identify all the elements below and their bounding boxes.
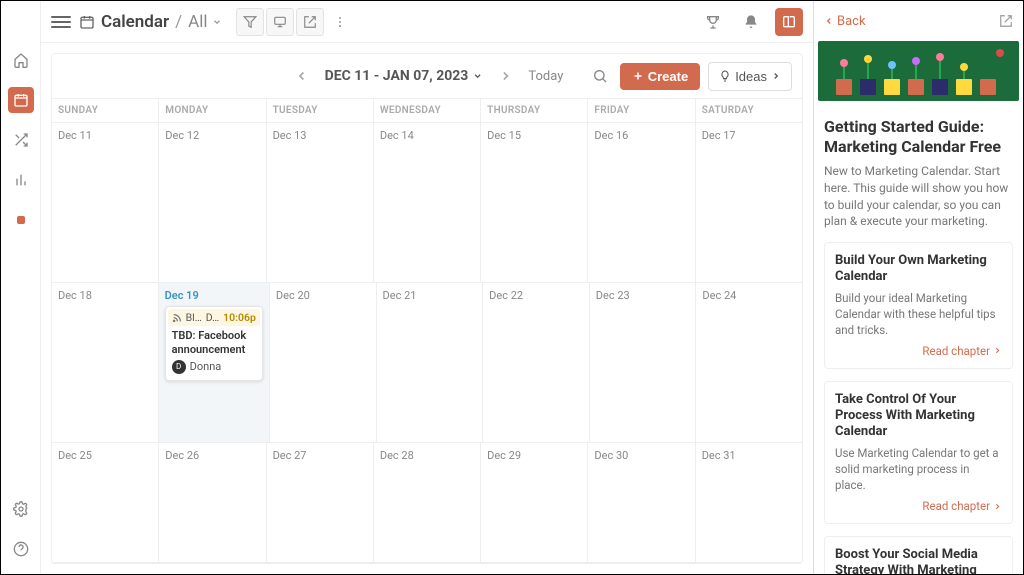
nav-home-icon[interactable] — [8, 47, 34, 73]
calendar-cell[interactable]: Dec 31 — [696, 443, 802, 562]
calendar-cell[interactable]: Dec 28 — [374, 443, 481, 562]
topbar-right — [699, 8, 803, 36]
guide-card-body: Use Marketing Calendar to get a solid ma… — [835, 445, 1002, 493]
help-panel: Back Getting Started Guide: Marketing Ca… — [813, 1, 1023, 574]
calendar-wrapper: DEC 11 - JAN 07, 2023 Today Create Ideas — [41, 43, 813, 574]
calendar-toolbar: DEC 11 - JAN 07, 2023 Today Create Ideas — [52, 54, 802, 98]
calendar-cell[interactable]: Dec 24 — [696, 283, 802, 442]
guide-card-body: Build your ideal Marketing Calendar with… — [835, 290, 1002, 338]
event-tag: Bl… D… 10:06p — [168, 309, 260, 326]
calendar-cell[interactable]: Dec 26 — [159, 443, 266, 562]
display-button[interactable] — [266, 8, 294, 36]
chevron-right-icon — [771, 71, 781, 81]
more-button[interactable] — [326, 8, 354, 36]
today-button[interactable]: Today — [528, 69, 563, 84]
help-body[interactable]: Getting Started Guide: Marketing Calenda… — [814, 101, 1023, 574]
calendar-week-row: Dec 25 Dec 26 Dec 27 Dec 28 Dec 29 Dec 3… — [52, 443, 802, 563]
guide-card[interactable]: Take Control Of Your Process With Market… — [824, 381, 1013, 524]
menu-toggle-icon[interactable] — [51, 13, 71, 31]
calendar-cell[interactable]: Dec 29 — [481, 443, 588, 562]
left-nav-rail — [1, 1, 41, 574]
read-chapter-link[interactable]: Read chapter — [835, 499, 1002, 513]
filter-button[interactable] — [236, 8, 264, 36]
main-column: Calendar / All — [41, 1, 813, 574]
achievements-icon[interactable] — [699, 8, 727, 36]
event-owner: D Donna — [172, 360, 256, 374]
day-header: WEDNESDAY — [374, 99, 481, 122]
help-description: New to Marketing Calendar. Start here. T… — [824, 163, 1013, 230]
breadcrumb-title: Calendar — [101, 12, 169, 32]
calendar-week-row: Dec 11 Dec 12 Dec 13 Dec 14 Dec 15 Dec 1… — [52, 123, 802, 283]
guide-card[interactable]: Build Your Own Marketing Calendar Build … — [824, 242, 1013, 369]
day-header: FRIDAY — [588, 99, 695, 122]
avatar: D — [172, 360, 186, 374]
nav-settings-icon[interactable] — [8, 496, 34, 522]
day-header: SUNDAY — [52, 99, 159, 122]
event-card[interactable]: Bl… D… 10:06p TBD: Facebook announcement… — [165, 306, 263, 381]
guide-icon[interactable] — [775, 8, 803, 36]
nav-shuffle-icon[interactable] — [8, 127, 34, 153]
chevron-down-icon — [472, 71, 482, 81]
create-button[interactable]: Create — [620, 63, 700, 90]
calendar-cell[interactable]: Dec 13 — [267, 123, 374, 282]
next-arrow-icon[interactable] — [494, 65, 516, 87]
calendar-cell[interactable]: Dec 20 — [270, 283, 377, 442]
guide-card-title: Boost Your Social Media Strategy With Ma… — [835, 547, 1002, 574]
nav-analytics-icon[interactable] — [8, 167, 34, 193]
chevron-left-icon — [824, 16, 834, 26]
calendar-cell[interactable]: Dec 15 — [481, 123, 588, 282]
prev-arrow-icon[interactable] — [291, 65, 313, 87]
breadcrumb-sep: / — [175, 12, 182, 32]
chevron-down-icon — [212, 17, 222, 27]
notifications-icon[interactable] — [737, 8, 765, 36]
top-bar: Calendar / All — [41, 1, 813, 43]
calendar-day-headers: SUNDAY MONDAY TUESDAY WEDNESDAY THURSDAY… — [52, 98, 802, 123]
rss-icon — [172, 313, 182, 323]
read-chapter-link[interactable]: Read chapter — [835, 344, 1002, 358]
date-range[interactable]: DEC 11 - JAN 07, 2023 — [325, 68, 483, 84]
calendar-cell[interactable]: Dec 21 — [377, 283, 484, 442]
calendar-cell[interactable]: Dec 25 — [52, 443, 159, 562]
calendar-cell[interactable]: Dec 27 — [267, 443, 374, 562]
help-top: Back — [814, 1, 1023, 41]
external-link-icon[interactable] — [999, 14, 1013, 28]
calendar-cell[interactable]: Dec 12 — [159, 123, 266, 282]
calendar-cell[interactable]: Dec 22 — [483, 283, 590, 442]
search-icon[interactable] — [588, 64, 612, 88]
calendar-cell[interactable]: Dec 18 — [52, 283, 159, 442]
nav-marker-icon[interactable] — [8, 207, 34, 233]
calendar-cell[interactable]: Dec 19 Bl… D… 10:06p TBD: Facebook annou… — [159, 283, 270, 442]
breadcrumb-filter[interactable]: All — [188, 12, 221, 32]
calendar-body[interactable]: Dec 11 Dec 12 Dec 13 Dec 14 Dec 15 Dec 1… — [52, 123, 802, 563]
calendar-icon — [79, 14, 95, 30]
day-header: MONDAY — [159, 99, 266, 122]
nav-calendar-icon[interactable] — [8, 87, 34, 113]
calendar-panel: DEC 11 - JAN 07, 2023 Today Create Ideas — [51, 53, 803, 564]
calendar-cell[interactable]: Dec 23 — [590, 283, 697, 442]
day-header: TUESDAY — [267, 99, 374, 122]
help-title: Getting Started Guide: Marketing Calenda… — [824, 117, 1013, 157]
calendar-cell[interactable]: Dec 16 — [588, 123, 695, 282]
event-title: TBD: Facebook announcement — [172, 329, 256, 357]
calendar-cell[interactable]: Dec 14 — [374, 123, 481, 282]
breadcrumb: Calendar / All — [79, 12, 222, 32]
calendar-cell[interactable]: Dec 30 — [588, 443, 695, 562]
back-button[interactable]: Back — [824, 14, 866, 29]
nav-help-icon[interactable] — [8, 536, 34, 562]
calendar-cell[interactable]: Dec 11 — [52, 123, 159, 282]
share-button[interactable] — [296, 8, 324, 36]
calendar-cell[interactable]: Dec 17 — [696, 123, 802, 282]
calendar-week-row: Dec 18 Dec 19 Bl… D… 10:06p TBD: Faceboo… — [52, 283, 802, 443]
view-tools — [236, 8, 354, 36]
guide-card-title: Take Control Of Your Process With Market… — [835, 392, 1002, 441]
ideas-button[interactable]: Ideas — [708, 62, 792, 91]
day-header: THURSDAY — [481, 99, 588, 122]
guide-card[interactable]: Boost Your Social Media Strategy With Ma… — [824, 536, 1013, 574]
help-hero-image — [818, 41, 1019, 101]
guide-card-title: Build Your Own Marketing Calendar — [835, 253, 1002, 286]
day-header: SATURDAY — [696, 99, 802, 122]
